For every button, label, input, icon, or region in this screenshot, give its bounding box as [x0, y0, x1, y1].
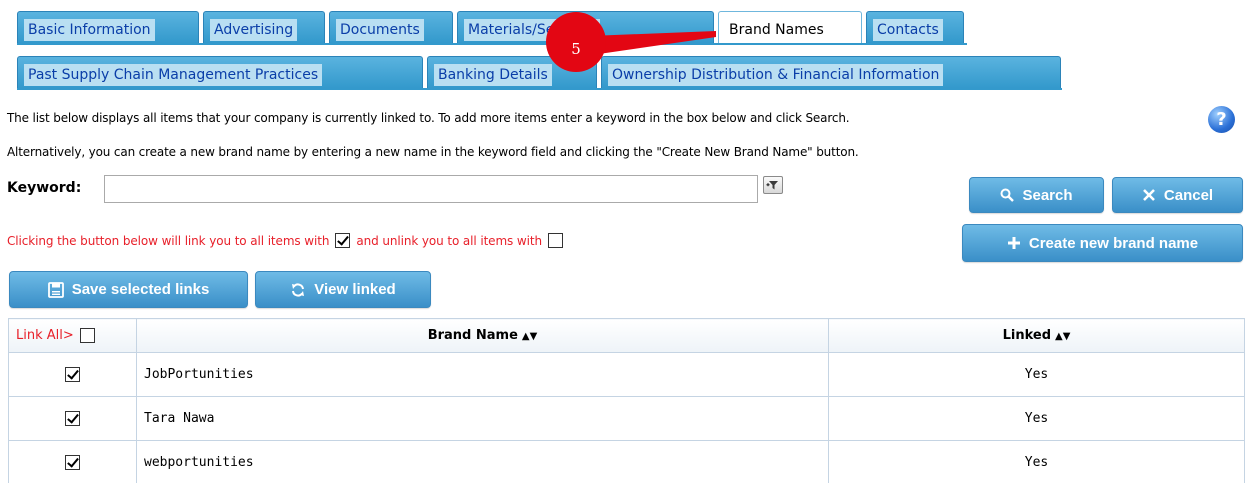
brand-names-table: Link All> Brand Name ▲▼ Linked ▲▼ JobPortu… [8, 318, 1245, 483]
view-linked-button-label: View linked [314, 281, 396, 298]
close-icon [1142, 188, 1156, 202]
link-instruction-part1: Clicking the button below will link you … [7, 233, 330, 248]
tab-past-supply-chain[interactable]: Past Supply Chain Management Practices [17, 56, 423, 88]
help-icon[interactable]: ? [1208, 106, 1235, 133]
unchecked-checkbox-sample [547, 233, 563, 248]
tab-ownership-distribution[interactable]: Ownership Distribution & Financial Infor… [601, 56, 1061, 88]
search-icon [1000, 188, 1015, 202]
keyword-label: Keyword: [7, 180, 82, 196]
row-select-cell [8, 352, 137, 397]
tab-label: Ownership Distribution & Financial Infor… [608, 63, 944, 86]
tab-divider [17, 43, 967, 45]
tab-label: Past Supply Chain Management Practices [24, 63, 323, 86]
tab-label: Basic Information [24, 18, 155, 41]
cancel-button-label: Cancel [1163, 186, 1214, 204]
table-row: webportunities Yes [8, 440, 1245, 483]
filter-icon[interactable] [763, 176, 783, 194]
linked-cell: Yes [828, 440, 1245, 483]
create-button-label: Create new brand name [1028, 234, 1199, 252]
cancel-button[interactable]: Cancel [1112, 177, 1243, 213]
tab-brand-names[interactable]: Brand Names [718, 11, 862, 43]
brand-name-column-header[interactable]: Brand Name ▲▼ [136, 318, 829, 353]
tab-label: Documents [336, 18, 424, 41]
floppy-disk-icon [47, 281, 64, 298]
checked-checkbox-sample [335, 233, 351, 248]
table-row: JobPortunities Yes [8, 352, 1245, 397]
refresh-icon [290, 282, 306, 298]
tab-label: Contacts [873, 18, 943, 41]
plus-icon [1007, 236, 1021, 250]
table-row: Tara Nawa Yes [8, 396, 1245, 441]
linked-header-label: Linked [1002, 328, 1052, 343]
row-checkbox[interactable] [65, 455, 80, 470]
row-select-cell [8, 396, 137, 441]
tab-advertising[interactable]: Advertising [203, 11, 325, 43]
brand-name-cell: webportunities [136, 440, 829, 483]
tab-documents[interactable]: Documents [329, 11, 453, 43]
tab-divider [17, 88, 1062, 90]
save-selected-links-button[interactable]: Save selected links [9, 271, 248, 308]
linked-column-header[interactable]: Linked ▲▼ [828, 318, 1245, 353]
row-checkbox[interactable] [65, 411, 80, 426]
table-header-row: Link All> Brand Name ▲▼ Linked ▲▼ [8, 318, 1245, 353]
row-checkbox[interactable] [65, 367, 80, 382]
keyword-input[interactable] [104, 175, 758, 203]
linked-cell: Yes [828, 396, 1245, 441]
funnel-icon [766, 181, 778, 190]
info-text-line1: The list below displays all items that y… [7, 111, 850, 125]
search-button-label: Search [1022, 186, 1073, 204]
view-linked-button[interactable]: View linked [255, 271, 431, 308]
tab-label: Brand Names [725, 18, 828, 41]
tab-basic-information[interactable]: Basic Information [17, 11, 199, 43]
row-select-cell [8, 440, 137, 483]
link-instruction: Clicking the button below will link you … [7, 233, 569, 248]
step-marker-badge: 5 [546, 12, 606, 72]
brand-name-cell: JobPortunities [136, 352, 829, 397]
save-button-label: Save selected links [71, 281, 210, 298]
brand-name-header-label: Brand Name [427, 328, 518, 343]
brand-name-cell: Tara Nawa [136, 396, 829, 441]
search-button[interactable]: Search [969, 177, 1104, 213]
link-all-checkbox[interactable] [79, 328, 95, 343]
link-all-header: Link All> [8, 318, 137, 353]
sort-arrows-icon[interactable]: ▲▼ [1055, 331, 1070, 342]
sort-arrows-icon[interactable]: ▲▼ [522, 331, 537, 342]
tab-label: Banking Details [434, 63, 552, 86]
info-text-line2: Alternatively, you can create a new bran… [7, 145, 859, 159]
linked-cell: Yes [828, 352, 1245, 397]
tab-label: Advertising [210, 18, 298, 41]
create-new-brand-name-button[interactable]: Create new brand name [962, 224, 1243, 262]
tab-row-primary: Basic Information Advertising Documents … [17, 11, 968, 43]
link-all-label: Link All> [16, 328, 74, 343]
tab-row-secondary: Past Supply Chain Management Practices B… [17, 56, 1065, 88]
tab-contacts[interactable]: Contacts [866, 11, 964, 43]
link-instruction-part2: and unlink you to all items with [356, 233, 542, 248]
